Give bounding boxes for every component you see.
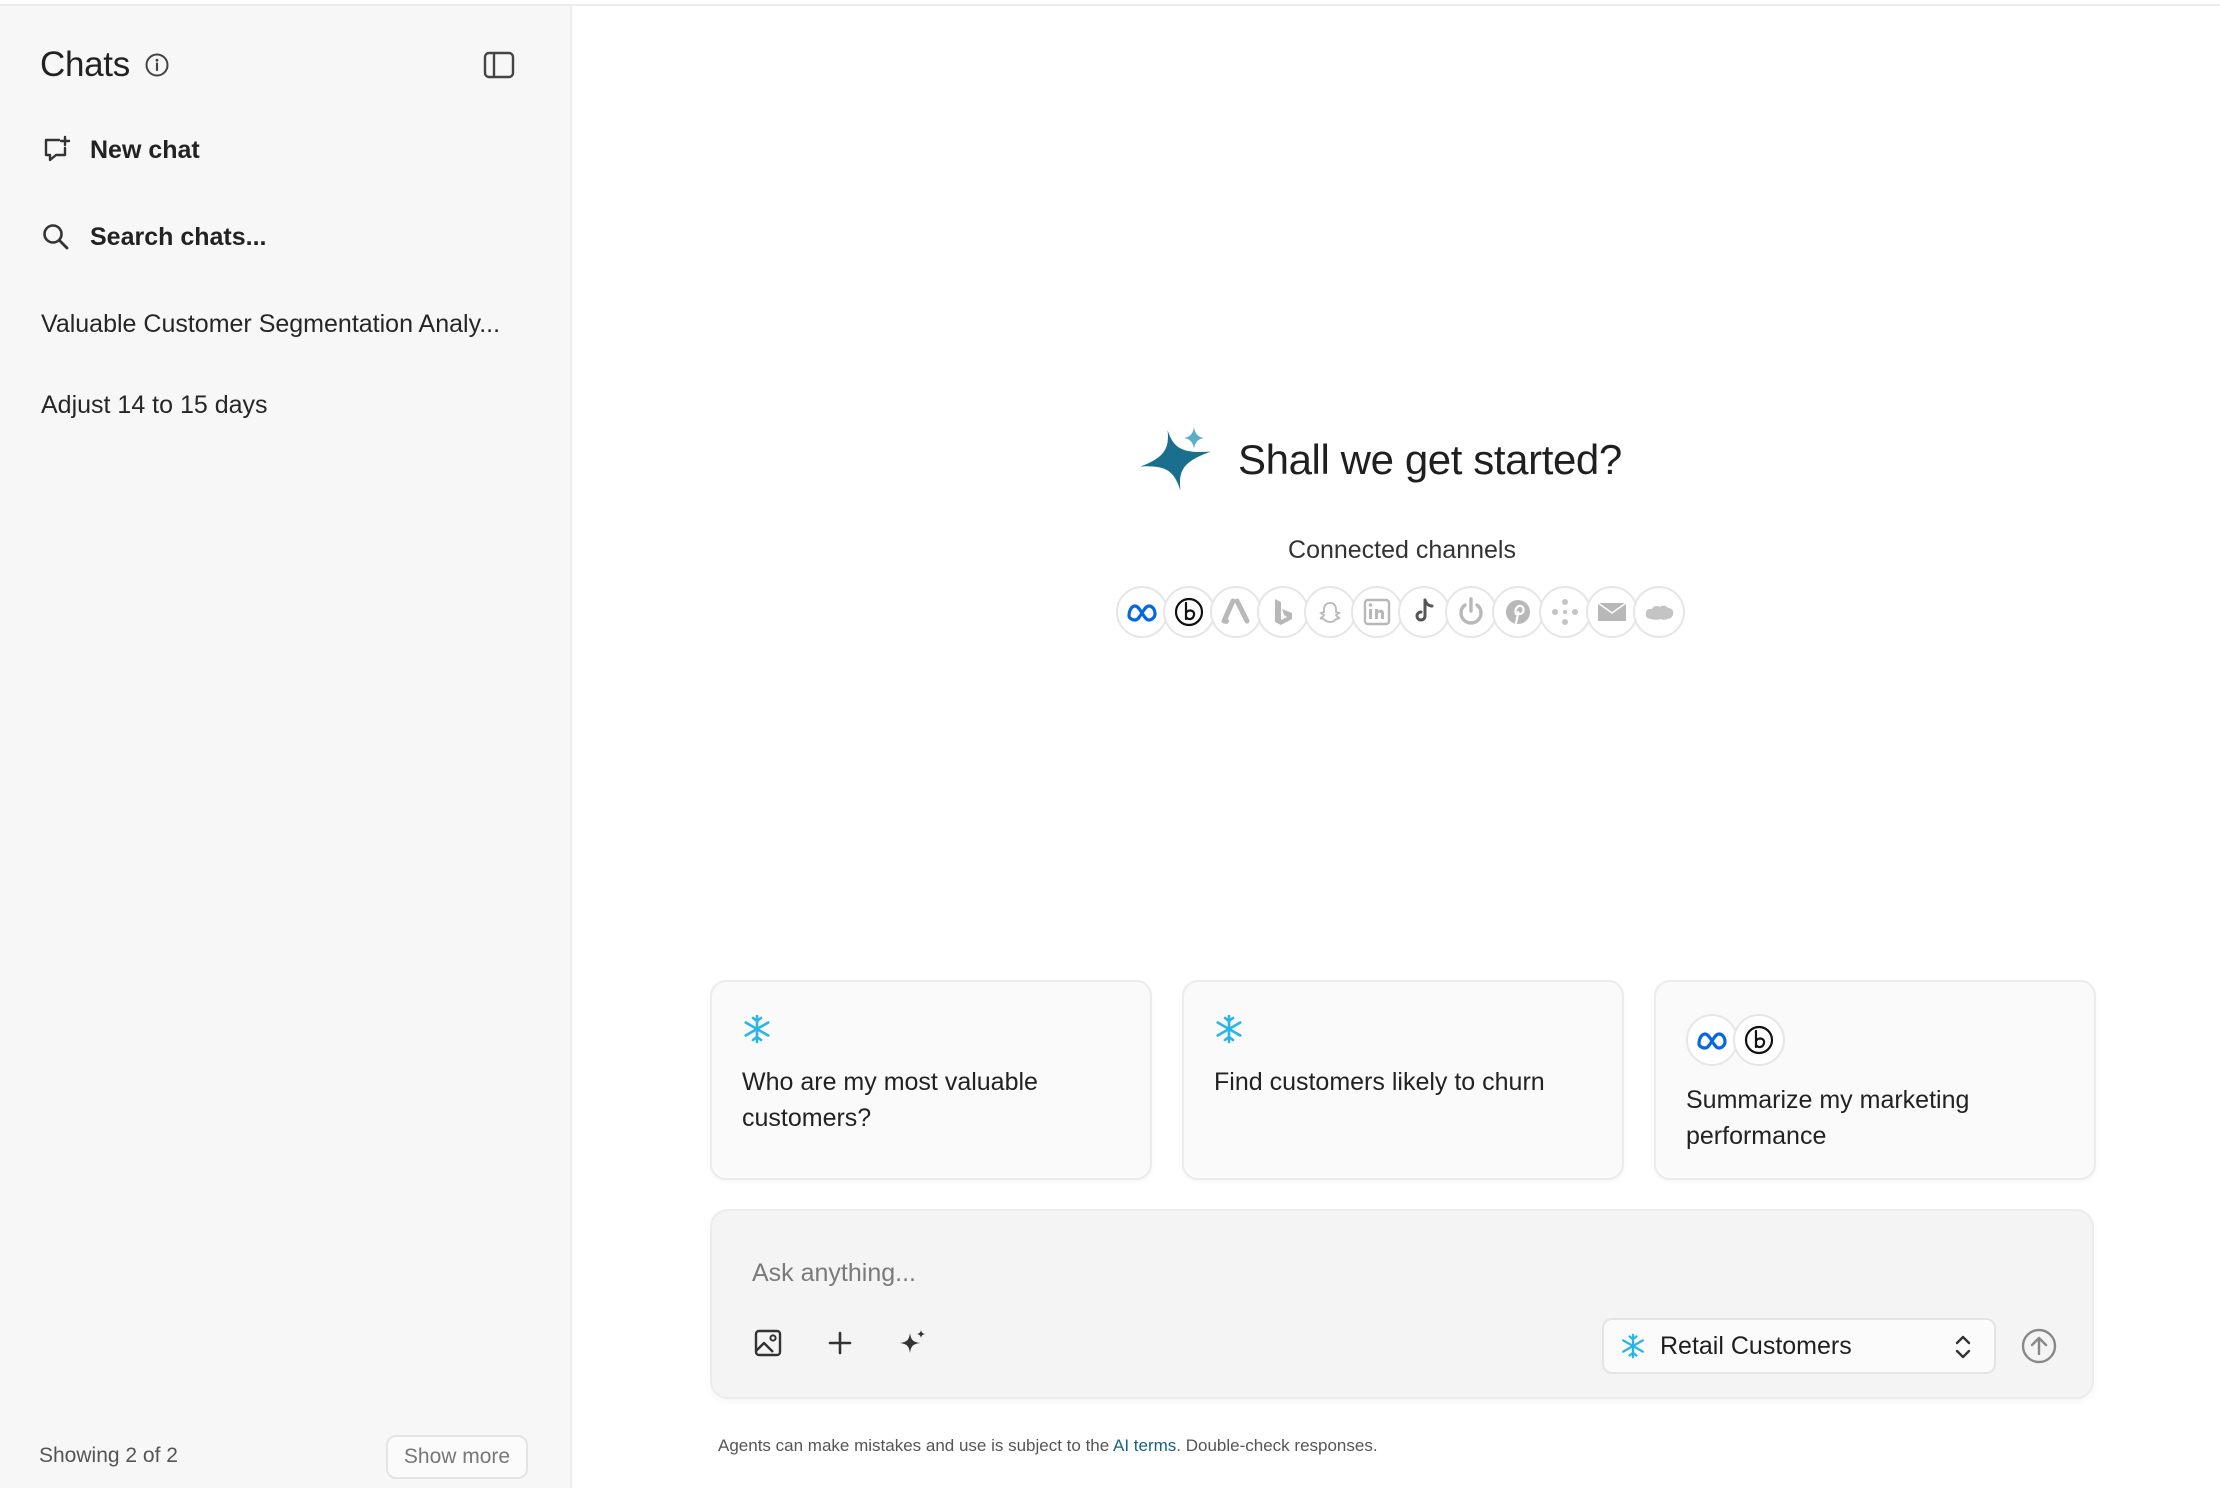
info-icon[interactable] <box>144 52 170 78</box>
linkedin-icon <box>1351 586 1403 638</box>
connected-channels <box>1116 586 1685 638</box>
ai-sparkle-button[interactable] <box>892 1323 932 1363</box>
power-icon <box>1445 586 1497 638</box>
google-ads-icon <box>1210 586 1262 638</box>
disclaimer-text: Agents can make mistakes and use is subj… <box>718 1436 1113 1455</box>
chat-count: Showing 2 of 2 <box>39 1444 178 1467</box>
suggestion-card[interactable]: Who are my most valuable customers? <box>710 980 1152 1180</box>
pinterest-icon <box>1492 586 1544 638</box>
snowflake-icon <box>1216 1014 1242 1044</box>
sidebar-title: Chats <box>40 45 130 84</box>
suggestion-card[interactable]: Summarize my marketing performance <box>1654 980 2096 1180</box>
suggestion-text: Who are my most valuable customers? <box>742 1068 1038 1132</box>
data-source-value: Retail Customers <box>1660 1331 1852 1360</box>
search-chats-label: Search chats... <box>90 222 267 251</box>
suggestion-cards: Who are my most valuable customers? Find… <box>710 980 2096 1180</box>
bluesky-icon <box>1733 1014 1785 1066</box>
suggestion-text: Summarize my marketing performance <box>1686 1086 1970 1150</box>
search-chats-button[interactable]: Search chats... <box>40 212 266 262</box>
snapchat-icon <box>1304 586 1356 638</box>
new-chat-icon <box>44 135 71 162</box>
meta-icon <box>1686 1014 1738 1066</box>
sparkle-icon <box>900 1330 925 1353</box>
top-border <box>0 0 2220 6</box>
meta-icon <box>1116 586 1168 638</box>
image-icon <box>754 1329 782 1357</box>
bing-icon <box>1257 586 1309 638</box>
chat-composer: Retail Customers <box>710 1209 2094 1399</box>
email-icon <box>1586 586 1638 638</box>
chevron-up-down-icon <box>1955 1335 1971 1359</box>
dots-icon <box>1539 586 1591 638</box>
data-source-select[interactable]: Retail Customers <box>1602 1318 1996 1374</box>
sparkle-logo-icon <box>1140 427 1212 491</box>
hero: Shall we get started? <box>1136 425 1622 495</box>
greeting-title: Shall we get started? <box>1238 436 1622 483</box>
suggestion-card[interactable]: Find customers likely to churn <box>1182 980 1624 1180</box>
channel-icons <box>1686 1014 1785 1066</box>
search-icon <box>43 224 69 250</box>
channels-label: Connected channels <box>1288 536 1516 564</box>
snowflake-icon <box>1622 1333 1644 1359</box>
sidebar-header: Chats <box>40 40 170 90</box>
new-chat-label: New chat <box>90 135 200 164</box>
snowflake-icon <box>744 1014 770 1044</box>
bluesky-icon <box>1163 586 1215 638</box>
disclaimer-text-end: . Double-check responses. <box>1176 1436 1378 1455</box>
chat-history-item[interactable]: Adjust 14 to 15 days <box>41 391 268 420</box>
show-more-button[interactable]: Show more <box>386 1435 528 1479</box>
new-chat-button[interactable]: New chat <box>40 125 200 175</box>
attach-image-button[interactable] <box>748 1323 788 1363</box>
sidebar: Chats New chat Search chats... Valuable … <box>0 0 572 1488</box>
disclaimer: Agents can make mistakes and use is subj… <box>718 1436 1378 1456</box>
ai-terms-link[interactable]: AI terms <box>1113 1436 1176 1455</box>
add-button[interactable] <box>820 1323 860 1363</box>
salesforce-icon <box>1633 586 1685 638</box>
toggle-sidebar-icon[interactable] <box>482 48 516 82</box>
suggestion-text: Find customers likely to churn <box>1214 1068 1545 1096</box>
ask-input[interactable] <box>752 1253 1652 1293</box>
send-icon[interactable] <box>2020 1327 2058 1365</box>
plus-icon <box>828 1331 852 1355</box>
tiktok-icon <box>1398 586 1450 638</box>
chat-history-item[interactable]: Valuable Customer Segmentation Analy... <box>41 310 500 339</box>
